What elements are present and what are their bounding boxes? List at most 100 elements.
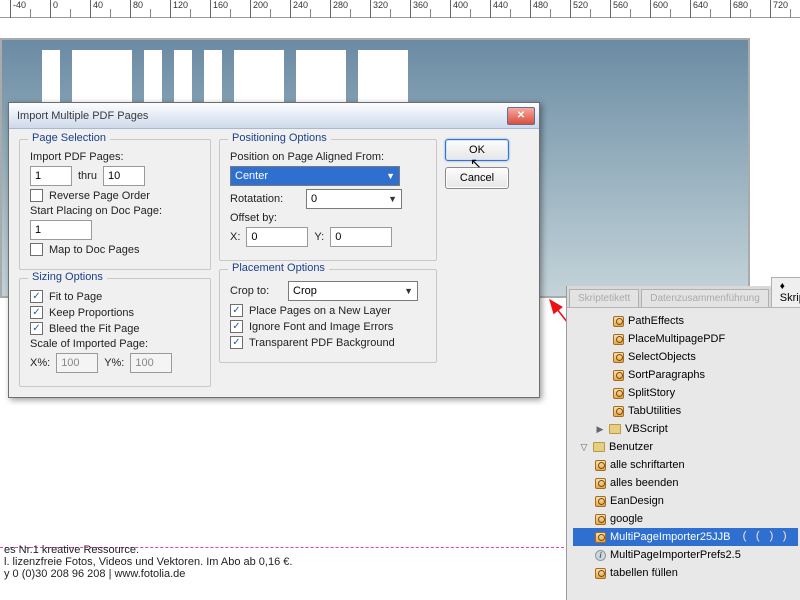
tree-item-label: TabUtilities <box>628 405 681 417</box>
page-to-input[interactable] <box>103 166 145 186</box>
ruler-tick: 280 <box>330 0 348 18</box>
tree-script-item[interactable]: iMultiPageImporterPrefs2.5 <box>573 546 798 564</box>
ruler-tick: 640 <box>690 0 708 18</box>
script-icon <box>595 478 606 489</box>
tree-script-item[interactable]: PathEffects <box>573 312 798 330</box>
ypct-input <box>130 353 172 373</box>
ruler-tick: 120 <box>170 0 188 18</box>
ruler-tick: 200 <box>250 0 268 18</box>
chevron-down-icon: ▼ <box>386 171 395 181</box>
ok-button[interactable]: OK <box>445 139 509 161</box>
dialog-titlebar[interactable]: Import Multiple PDF Pages ✕ <box>9 103 539 129</box>
cancel-button[interactable]: Cancel <box>445 167 509 189</box>
ignore-errors-checkbox[interactable] <box>230 320 243 333</box>
tree-item-label: alles beenden <box>610 477 679 489</box>
ruler-tick: 520 <box>570 0 588 18</box>
tree-item-label: google <box>610 513 643 525</box>
tree-item-label: VBScript <box>625 423 668 435</box>
tree-folder[interactable]: ▶ VBScript <box>573 420 798 438</box>
thru-label: thru <box>78 170 97 182</box>
keep-proportions-label: Keep Proportions <box>49 307 134 319</box>
running-indicator: ( ( ) ) <box>742 531 788 543</box>
position-select[interactable]: Center ▼ <box>230 166 400 186</box>
tree-item-label: Benutzer <box>609 441 653 453</box>
map-to-doc-checkbox[interactable] <box>30 243 43 256</box>
xpct-label: X%: <box>30 357 50 369</box>
tree-script-item[interactable]: TabUtilities <box>573 402 798 420</box>
crop-to-label: Crop to: <box>230 285 282 297</box>
import-pdf-pages-label: Import PDF Pages: <box>30 151 124 163</box>
offset-y-input[interactable] <box>330 227 392 247</box>
tree-script-item[interactable]: PlaceMultipagePDF <box>573 330 798 348</box>
position-value: Center <box>235 170 268 182</box>
info-icon: i <box>595 550 606 561</box>
tree-script-item[interactable]: SelectObjects <box>573 348 798 366</box>
tree-item-label: PathEffects <box>628 315 684 327</box>
import-pdf-dialog: Import Multiple PDF Pages ✕ Page Selecti… <box>8 102 540 398</box>
ruler-tick: 40 <box>90 0 103 18</box>
bleed-fit-label: Bleed the Fit Page <box>49 323 140 335</box>
ruler-tick: -40 <box>10 0 26 18</box>
new-layer-label: Place Pages on a New Layer <box>249 305 391 317</box>
tab-scripts[interactable]: ♦ Skripte <box>771 277 800 307</box>
ruler-tick: 480 <box>530 0 548 18</box>
start-page-input[interactable] <box>30 220 92 240</box>
tree-script-item[interactable]: tabellen füllen <box>573 564 798 582</box>
chevron-down-icon: ▼ <box>388 194 397 204</box>
scripts-tree[interactable]: PathEffects PlaceMultipagePDF SelectObject… <box>567 308 800 600</box>
script-icon <box>595 568 606 579</box>
tree-item-label: SplitStory <box>628 387 675 399</box>
crop-to-select[interactable]: Crop ▼ <box>288 281 418 301</box>
group-title: Page Selection <box>28 132 110 144</box>
rotation-select[interactable]: 0 ▼ <box>306 189 402 209</box>
page-from-input[interactable] <box>30 166 72 186</box>
fit-to-page-label: Fit to Page <box>49 291 102 303</box>
script-icon <box>613 352 624 363</box>
script-icon <box>595 514 606 525</box>
disclosure-icon[interactable]: ▶ <box>595 424 605 435</box>
keep-proportions-checkbox[interactable] <box>30 306 43 319</box>
tree-item-label: MultiPageImporter25JJB <box>610 531 730 543</box>
script-icon <box>613 406 624 417</box>
reverse-order-checkbox[interactable] <box>30 189 43 202</box>
folder-icon <box>593 442 605 452</box>
tree-script-item[interactable]: MultiPageImporter25JJB ( ( ) ) <box>573 528 798 546</box>
map-to-doc-label: Map to Doc Pages <box>49 244 140 256</box>
script-icon <box>595 460 606 471</box>
tree-script-item[interactable]: SplitStory <box>573 384 798 402</box>
ruler-tick: 600 <box>650 0 668 18</box>
tab-data-merge[interactable]: Datenzusammenführung <box>641 289 769 307</box>
ruler-tick: 160 <box>210 0 228 18</box>
disclosure-icon[interactable]: ▽ <box>579 442 589 453</box>
xpct-input <box>56 353 98 373</box>
transparent-bg-label: Transparent PDF Background <box>249 337 395 349</box>
transparent-bg-checkbox[interactable] <box>230 336 243 349</box>
ruler-tick: 360 <box>410 0 428 18</box>
fit-to-page-checkbox[interactable] <box>30 290 43 303</box>
dialog-title: Import Multiple PDF Pages <box>17 110 148 122</box>
tree-item-label: PlaceMultipagePDF <box>628 333 725 345</box>
ruler-tick: 80 <box>130 0 143 18</box>
script-icon <box>595 496 606 507</box>
tree-script-item[interactable]: alle schriftarten <box>573 456 798 474</box>
tree-script-item[interactable]: EanDesign <box>573 492 798 510</box>
offset-y-label: Y: <box>314 231 324 243</box>
bleed-fit-checkbox[interactable] <box>30 322 43 335</box>
tab-script-label[interactable]: Skriptetikett <box>569 289 639 307</box>
tree-script-item[interactable]: alles beenden <box>573 474 798 492</box>
panel-tabs: Skriptetikett Datenzusammenführung ♦ Skr… <box>567 286 800 308</box>
offset-by-label: Offset by: <box>230 212 277 224</box>
group-title: Placement Options <box>228 262 329 274</box>
close-icon[interactable]: ✕ <box>507 107 535 125</box>
offset-x-input[interactable] <box>246 227 308 247</box>
tree-script-item[interactable]: SortParagraphs <box>573 366 798 384</box>
ignore-errors-label: Ignore Font and Image Errors <box>249 321 393 333</box>
ruler-tick: 400 <box>450 0 468 18</box>
ruler-tick: 240 <box>290 0 308 18</box>
tree-folder[interactable]: ▽ Benutzer <box>573 438 798 456</box>
script-icon <box>613 388 624 399</box>
new-layer-checkbox[interactable] <box>230 304 243 317</box>
tree-item-label: SelectObjects <box>628 351 696 363</box>
tree-script-item[interactable]: google <box>573 510 798 528</box>
position-from-label: Position on Page Aligned From: <box>230 151 384 163</box>
